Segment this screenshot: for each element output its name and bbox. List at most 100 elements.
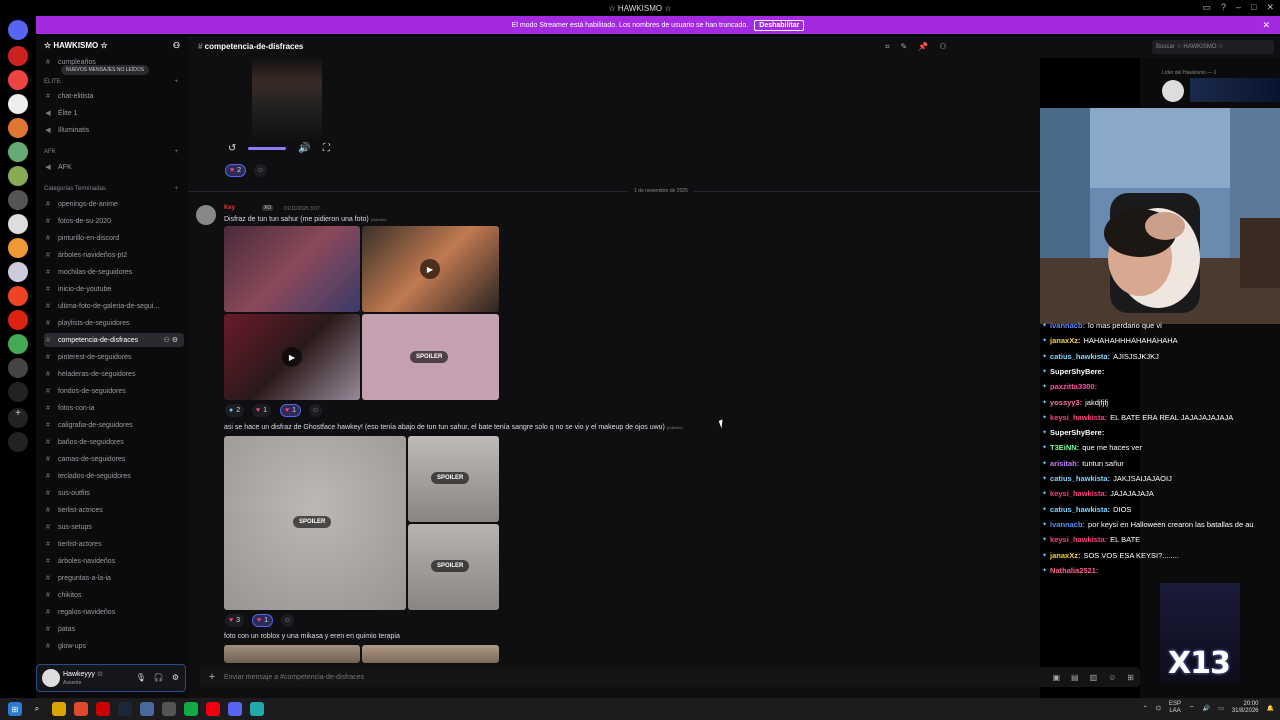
reaction[interactable]: ♥ 1: [280, 404, 302, 417]
add-channel-icon[interactable]: +: [174, 79, 178, 85]
sidebar-item-ultima-foto-de-galeria-de-segui-[interactable]: # ultima-foto-de-galeria-de-segui...: [44, 299, 184, 313]
add-reaction-button[interactable]: ☺: [281, 614, 294, 627]
brave-browser-icon[interactable]: [74, 702, 88, 716]
category-terminadas[interactable]: Categorías Terminadas +: [44, 186, 184, 192]
add-channel-icon[interactable]: +: [174, 186, 178, 192]
discord-icon[interactable]: [228, 702, 242, 716]
sidebar-item-pinturillo-en-discord[interactable]: # pinturillo-en-discord: [44, 231, 184, 245]
sidebar-item-tierlist-actrices[interactable]: # tierlist-actrices: [44, 503, 184, 517]
gift-icon[interactable]: ▣: [1052, 673, 1060, 682]
sidebar-item-sus-setups[interactable]: # sus-setups: [44, 520, 184, 534]
notifications-icon[interactable]: 🔔: [1267, 705, 1274, 712]
steam-icon[interactable]: [118, 702, 132, 716]
sidebar-item-fotos-con-ia[interactable]: # fotos-con-ia: [44, 401, 184, 415]
sidebar-item-afk[interactable]: ◀ AFK: [44, 160, 184, 174]
chevron-up-icon[interactable]: ⌃: [1143, 705, 1148, 712]
sidebar-item-mochilas-de-seguidores[interactable]: # mochilas-de-seguidores: [44, 265, 184, 279]
attachment-image[interactable]: [362, 645, 499, 663]
server-icon[interactable]: [8, 358, 28, 378]
opera-icon[interactable]: [96, 702, 110, 716]
search-icon[interactable]: ⌕: [30, 702, 44, 716]
avatar[interactable]: [1162, 80, 1184, 102]
sidebar-item-sus-outfits[interactable]: # sus-outfits: [44, 486, 184, 500]
discover-icon[interactable]: [8, 432, 28, 452]
reaction[interactable]: ♥ 3: [225, 614, 245, 627]
server-icon[interactable]: [8, 166, 28, 186]
server-icon[interactable]: [8, 334, 28, 354]
server-icon[interactable]: [8, 190, 28, 210]
notification-icon[interactable]: ✎: [901, 42, 908, 52]
app-icon[interactable]: [184, 702, 198, 716]
server-icon[interactable]: [8, 46, 28, 66]
attachment-image[interactable]: [224, 226, 360, 312]
youtube-icon[interactable]: [206, 702, 220, 716]
attachment-video[interactable]: ▶: [362, 226, 499, 312]
sidebar-item--rboles-navide-os-pt2[interactable]: # árboles-navideños-pt2: [44, 248, 184, 262]
app-icon[interactable]: [250, 702, 264, 716]
sidebar-item--rboles-navide-os[interactable]: # árboles-navideños: [44, 554, 184, 568]
gif-icon[interactable]: ▤: [1071, 673, 1079, 682]
attachment-image[interactable]: [224, 645, 360, 663]
wifi-icon[interactable]: ⌔: [1189, 704, 1195, 712]
sidebar-item-fondos-de-seguidores[interactable]: # fondos-de-seguidores: [44, 384, 184, 398]
apps-icon[interactable]: ⊞: [1127, 673, 1134, 682]
direct-messages-icon[interactable]: [8, 20, 28, 40]
server-icon[interactable]: [8, 238, 28, 258]
windows-start-icon[interactable]: ⊞: [8, 702, 22, 716]
sidebar-item-glow-ups[interactable]: # glow-ups: [44, 639, 184, 653]
server-icon[interactable]: [8, 382, 28, 402]
maximize-button[interactable]: □: [1251, 2, 1256, 13]
message-composer[interactable]: + Enviar mensaje a #competencia-de-disfr…: [200, 667, 1140, 687]
network-icon[interactable]: ⌬: [1156, 705, 1161, 712]
category-elite[interactable]: ÉLITE +: [44, 79, 184, 85]
threads-icon[interactable]: ⌗: [885, 42, 890, 52]
sidebar-item-heladeras-de-seguidores[interactable]: # heladeras-de-seguidores: [44, 367, 184, 381]
sidebar-item-preguntas-a-la-ia[interactable]: # preguntas-a-la-ia: [44, 571, 184, 585]
sidebar-item-teclados-de-seguidores[interactable]: # teclados-de-seguidores: [44, 469, 184, 483]
replay-icon[interactable]: ↺: [228, 143, 236, 154]
app-icon[interactable]: [140, 702, 154, 716]
sidebar-item-pinterest-de-seguidores[interactable]: # pinterest-de-seguidores: [44, 350, 184, 364]
category-afk[interactable]: AFK +: [44, 149, 184, 155]
previous-image[interactable]: [252, 58, 322, 138]
play-icon[interactable]: ▶: [420, 259, 440, 279]
reaction[interactable]: ● 2: [225, 404, 245, 417]
inbox-icon[interactable]: ▭: [1202, 2, 1211, 13]
help-icon[interactable]: ?: [1221, 2, 1226, 13]
add-channel-icon[interactable]: +: [174, 149, 178, 155]
fullscreen-icon[interactable]: ⛶: [323, 143, 330, 154]
app-icon[interactable]: [162, 702, 176, 716]
spoiler-image[interactable]: SPOILER: [408, 524, 499, 610]
sidebar-item-illuminatis[interactable]: ◀ Illuminatis: [44, 123, 184, 137]
sidebar-item-chikitos[interactable]: # chikitos: [44, 588, 184, 602]
server-icon[interactable]: [8, 118, 28, 138]
sticker-icon[interactable]: ▥: [1090, 673, 1098, 682]
microphone-icon[interactable]: 🎙: [136, 673, 146, 682]
gear-icon[interactable]: ⚙: [172, 673, 179, 682]
clock[interactable]: 20:00 31/8/2026: [1232, 701, 1259, 715]
attachment-video[interactable]: ▶: [224, 314, 360, 400]
server-icon[interactable]: [8, 286, 28, 306]
sidebar-item-inicio-de-youtube[interactable]: # inicio-de-youtube: [44, 282, 184, 296]
sidebar-item-openings-de-anime[interactable]: # openings-de-anime: [44, 197, 184, 211]
play-icon[interactable]: ▶: [282, 347, 302, 367]
server-icon[interactable]: [8, 70, 28, 90]
pin-icon[interactable]: 📌: [918, 42, 928, 52]
sidebar-item--lite-1[interactable]: ◀ Élite 1: [44, 106, 184, 120]
volume-icon[interactable]: 🔊: [298, 143, 310, 154]
server-icon[interactable]: [8, 142, 28, 162]
sidebar-item-caligrafia-de-seguidores[interactable]: # caligrafia-de-seguidores: [44, 418, 184, 432]
minimize-button[interactable]: –: [1236, 2, 1241, 13]
battery-icon[interactable]: ▭: [1218, 705, 1224, 712]
close-banner-icon[interactable]: ✕: [1262, 20, 1270, 31]
message-author[interactable]: Key: [224, 205, 235, 211]
sidebar-item-ba-os-de-seguidores[interactable]: # baños-de-seguidores: [44, 435, 184, 449]
sidebar-item-tierlist-actores[interactable]: # tierlist-actores: [44, 537, 184, 551]
emoji-icon[interactable]: ☺: [1108, 673, 1116, 682]
add-server-icon[interactable]: +: [8, 408, 28, 428]
sidebar-item-patas[interactable]: # patas: [44, 622, 184, 636]
channel-settings-icon[interactable]: ⚇ ⚙: [164, 336, 179, 344]
new-messages-badge[interactable]: NUEVOS MENSAJES NO LEÍDOS: [61, 65, 150, 75]
disable-streamer-button[interactable]: Deshabilitar: [754, 19, 805, 31]
search-input[interactable]: Buscar ☆ HAWKISMO ☆: [1152, 40, 1274, 54]
